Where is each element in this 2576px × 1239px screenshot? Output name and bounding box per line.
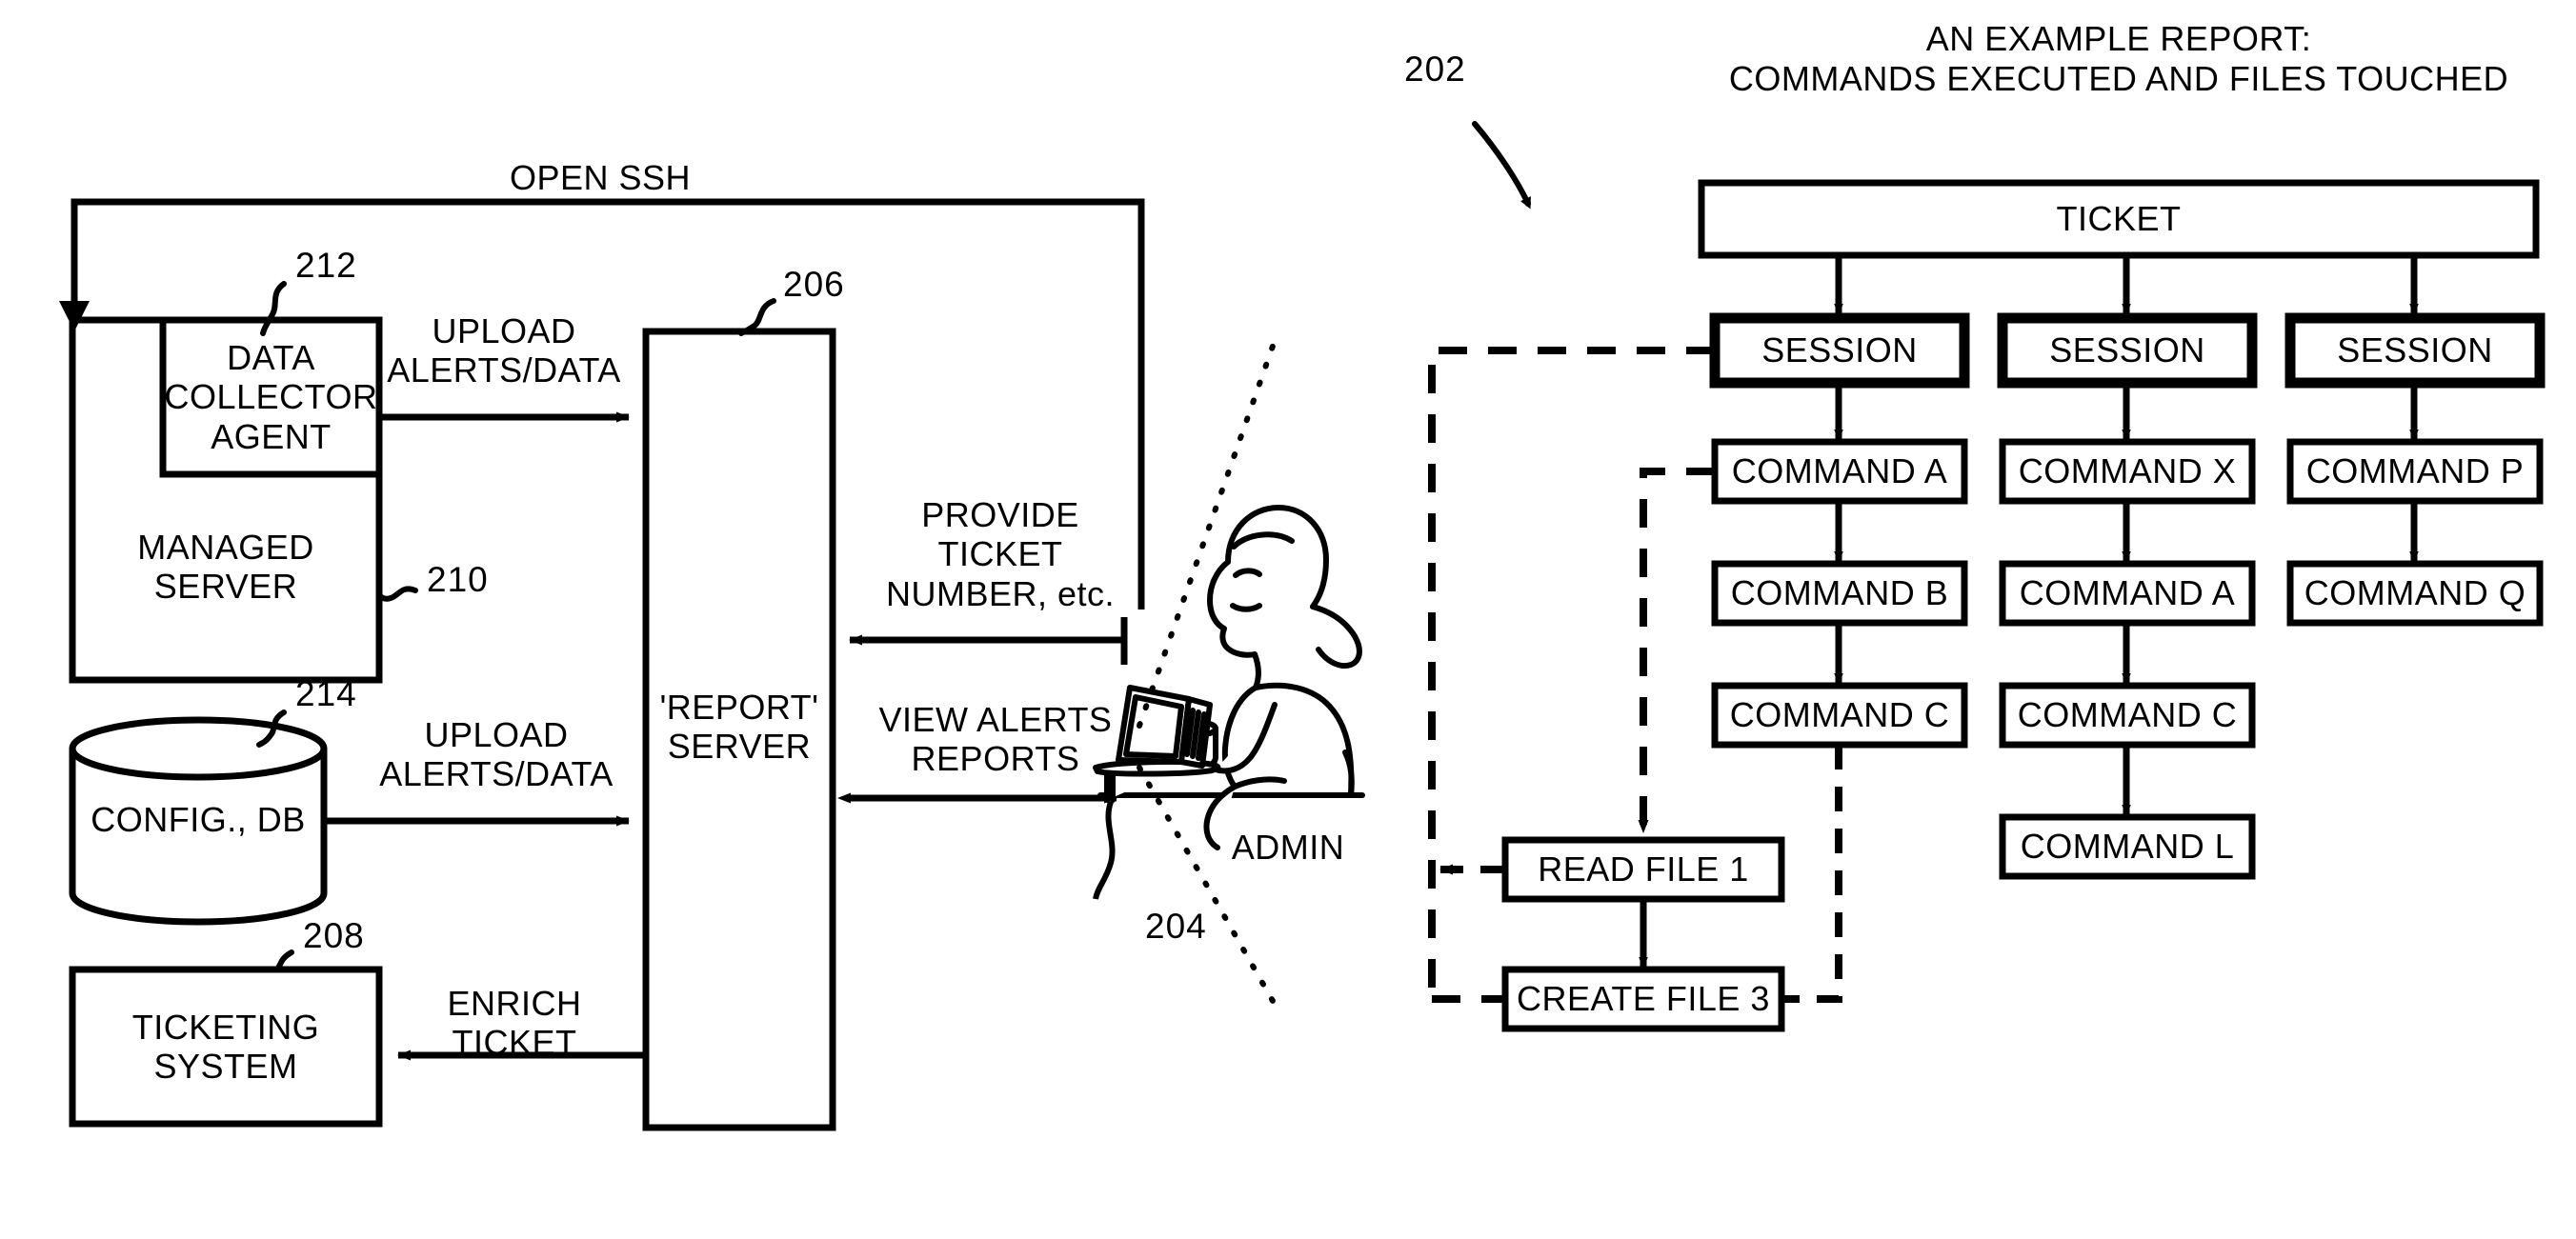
command-label-2-2: COMMAND A	[2019, 573, 2236, 613]
report-server-label: 'REPORT' SERVER	[659, 687, 819, 766]
session-label-1: SESSION	[1761, 330, 1918, 370]
admin-label: ADMIN	[1231, 828, 1345, 868]
command-label-1-1: COMMAND A	[1731, 451, 1948, 491]
managed-server-label: MANAGED SERVER	[137, 527, 314, 606]
command-label-2-4: COMMAND L	[2020, 827, 2235, 867]
config-db-label: CONFIG., DB	[91, 800, 306, 840]
command-label-2-3: COMMAND C	[2017, 695, 2238, 735]
upload-alerts-data-bottom-label: UPLOAD ALERTS/DATA	[379, 714, 614, 793]
upload-alerts-data-top-label: UPLOAD ALERTS/DATA	[387, 310, 621, 390]
ticketing-system-label: TICKETING SYSTEM	[131, 1007, 320, 1086]
ticket-label: TICKET	[2056, 199, 2182, 239]
session-label-2: SESSION	[2049, 330, 2205, 370]
ref-202-leader	[1472, 121, 1531, 210]
open-ssh-label: OPEN SSH	[509, 158, 692, 197]
enrich-ticket-label: ENRICH TICKET	[447, 983, 582, 1062]
ref-210-leader	[376, 586, 418, 602]
read-file-1-label: READ FILE 1	[1538, 849, 1749, 889]
ref-214-leader	[256, 709, 287, 748]
ref-208-leader	[273, 949, 294, 972]
command-label-1-3: COMMAND C	[1729, 695, 1950, 735]
command-label-3-2: COMMAND Q	[2304, 573, 2526, 613]
command-label-3-1: COMMAND P	[2305, 451, 2525, 491]
patent-figure-canvas: AN EXAMPLE REPORT: COMMANDS EXECUTED AND…	[0, 0, 2576, 1239]
ref-206-leader	[738, 298, 776, 336]
data-collector-agent-label: DATA COLLECTOR AGENT	[164, 337, 378, 456]
session-label-3: SESSION	[2337, 330, 2493, 370]
view-alerts-reports-label: VIEW ALERTS REPORTS	[878, 699, 1113, 778]
provide-ticket-number-label: PROVIDE TICKET NUMBER, etc.	[885, 494, 1116, 613]
create-file-3-label: CREATE FILE 3	[1517, 979, 1770, 1019]
command-label-2-1: COMMAND X	[2018, 451, 2237, 491]
command-label-1-2: COMMAND B	[1730, 573, 1949, 613]
